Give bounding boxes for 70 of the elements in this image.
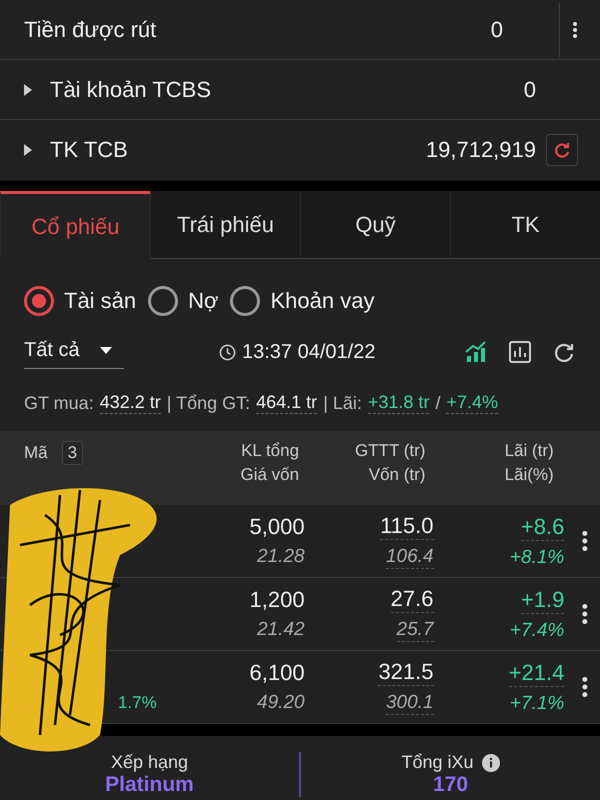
balance-value: 0: [524, 76, 536, 102]
column-header: Vốn (tr): [368, 465, 426, 485]
table-cell: 106.4: [386, 546, 434, 569]
summary-value: +7.4%: [446, 392, 498, 414]
tab[interactable]: Trái phiếu: [150, 191, 300, 259]
stat-label: Tổng iXu: [401, 752, 474, 773]
tab[interactable]: Quỹ: [300, 191, 450, 259]
update-time: 13:37 04/01/22: [242, 340, 376, 364]
table-cell: 115.0: [380, 513, 434, 540]
balance-value: 0: [490, 16, 503, 42]
table-cell: 321.5: [378, 659, 434, 686]
balance-label: Tiền được rút: [24, 16, 158, 42]
info-icon[interactable]: [482, 754, 500, 772]
radio-label: Tài sản: [64, 288, 136, 314]
summary-label: | Lãi:: [323, 392, 362, 414]
clock-icon: [219, 344, 236, 360]
refresh-icon: [552, 140, 572, 160]
radio-label: Nợ: [188, 288, 218, 314]
column-header: Lãi (tr): [504, 441, 554, 461]
balance-value: 19,712,919: [426, 137, 536, 163]
radio-button[interactable]: [24, 286, 54, 316]
table-cell: 27.6: [390, 586, 434, 613]
table-cell: 1,200: [250, 587, 305, 613]
table-cell: +8.6: [520, 514, 564, 540]
expand-icon[interactable]: [24, 144, 32, 156]
summary-value: 432.2 tr: [100, 392, 161, 414]
caret-icon: [100, 347, 112, 354]
tab[interactable]: TK: [450, 191, 600, 259]
table-cell: +7.4%: [510, 620, 564, 642]
more-icon[interactable]: [582, 530, 588, 552]
more-icon[interactable]: [582, 676, 588, 698]
price-change: 1.7%: [118, 693, 157, 713]
table-cell: 25.7: [396, 619, 434, 642]
expand-icon[interactable]: [24, 84, 32, 96]
stat-value: Platinum: [105, 773, 194, 797]
tab[interactable]: Cổ phiếu: [0, 191, 150, 259]
column-header: Lãi(%): [504, 465, 554, 485]
refresh-button[interactable]: [546, 134, 578, 166]
table-cell: +1.9: [520, 586, 564, 614]
column-header: Mã: [24, 443, 48, 463]
summary-value: +31.8 tr: [368, 392, 430, 414]
column-header: KL tổng: [241, 441, 300, 461]
radio-button[interactable]: [230, 286, 260, 316]
table-cell: 49.20: [257, 692, 305, 714]
summary-label: /: [435, 392, 440, 414]
filter-dropdown[interactable]: Tất cả: [24, 335, 124, 369]
more-icon[interactable]: [582, 603, 588, 625]
column-header: Giá vốn: [240, 465, 300, 485]
summary-label: GT mua:: [24, 392, 94, 414]
growth-chart-icon[interactable]: [464, 340, 488, 364]
bar-chart-icon[interactable]: [508, 340, 532, 364]
count-badge: 3: [62, 441, 84, 465]
table-cell: 6,100: [250, 660, 305, 686]
radio-button[interactable]: [148, 286, 178, 316]
stat-value: 170: [432, 773, 468, 797]
summary-label: | Tổng GT:: [166, 392, 250, 414]
balance-label: Tài khoản TCBS: [50, 76, 212, 102]
table-cell: 21.42: [257, 619, 305, 641]
table-cell: 5,000: [250, 514, 305, 540]
table-cell: +8.1%: [510, 546, 564, 568]
radio-label: Khoản vay: [270, 288, 374, 314]
balance-label: TK TCB: [50, 137, 129, 163]
table-cell: 300.1: [386, 692, 434, 715]
table-cell: +7.1%: [510, 692, 564, 714]
column-header: GTTT (tr): [354, 441, 426, 461]
table-cell: 21.28: [257, 546, 305, 568]
table-cell: +21.4: [508, 660, 564, 686]
summary-value: 464.1 tr: [256, 392, 318, 414]
more-icon[interactable]: [559, 2, 578, 56]
stat-label: Xếp hạng: [110, 752, 188, 773]
